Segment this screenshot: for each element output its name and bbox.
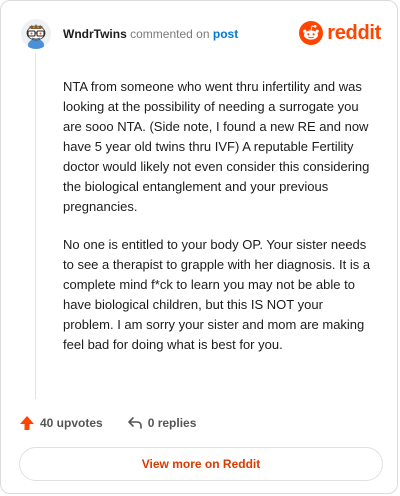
- upvote-button[interactable]: 40 upvotes: [19, 415, 103, 431]
- action-text: commented on: [130, 27, 210, 41]
- comment-header: WndrTwins commented on post: [63, 27, 238, 41]
- comment-footer: 40 upvotes 0 replies: [19, 415, 220, 431]
- comment-card: WndrTwins commented on post reddit NTA f…: [0, 0, 398, 494]
- comment-paragraph: No one is entitled to your body OP. Your…: [63, 237, 371, 352]
- reply-count: 0 replies: [147, 416, 197, 430]
- upvote-arrow-icon: [20, 416, 34, 430]
- user-avatar[interactable]: [21, 19, 51, 49]
- post-link[interactable]: post: [213, 27, 238, 41]
- reply-button[interactable]: 0 replies: [127, 415, 197, 431]
- view-more-button[interactable]: View more on Reddit: [19, 447, 383, 481]
- thread-line: [35, 53, 36, 399]
- reddit-wordmark: reddit: [327, 22, 381, 44]
- reddit-alien-icon: [299, 21, 324, 45]
- upvote-count: 40 upvotes: [40, 416, 103, 430]
- reply-arrow-icon: [127, 417, 142, 429]
- snoo-avatar-icon: [21, 19, 51, 49]
- reddit-logo[interactable]: reddit: [299, 21, 381, 45]
- comment-paragraph: NTA from someone who went thru infertili…: [63, 79, 370, 214]
- comment-body: NTA from someone who went thru infertili…: [63, 77, 373, 373]
- author-name[interactable]: WndrTwins: [63, 27, 127, 41]
